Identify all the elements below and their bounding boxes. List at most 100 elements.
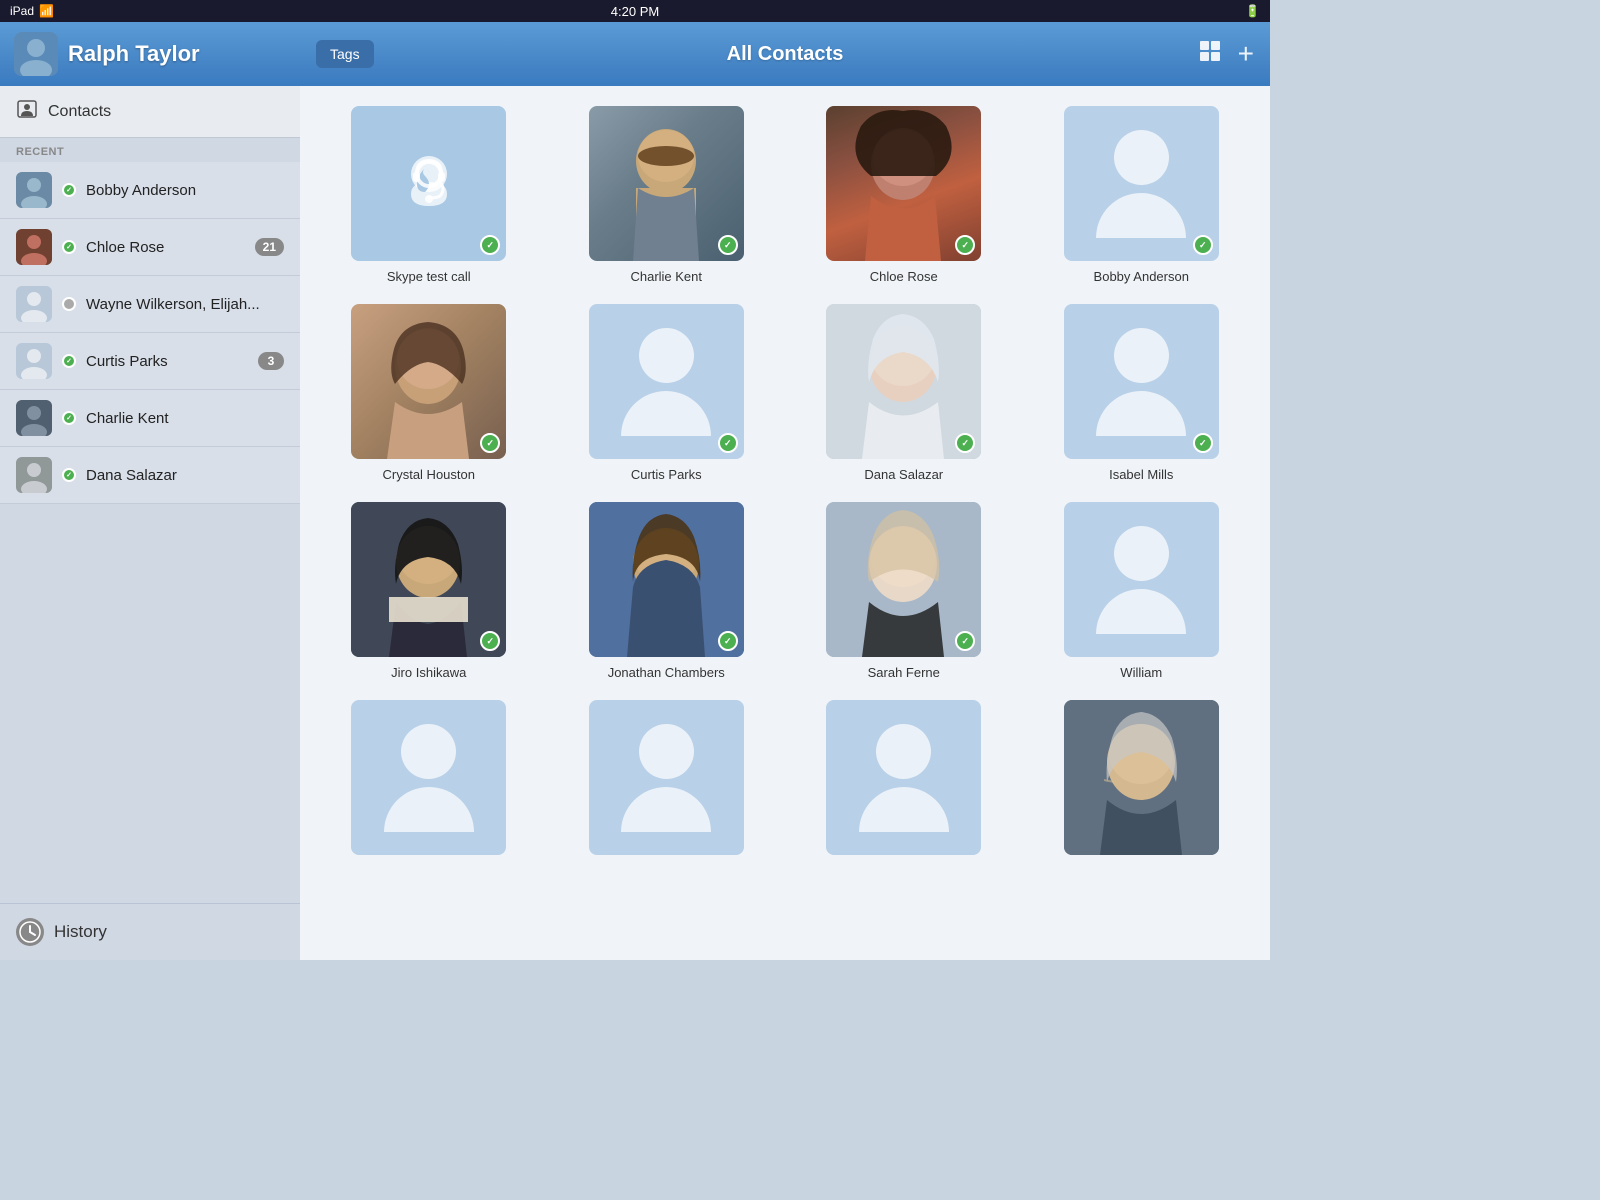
online-indicator: [62, 354, 76, 368]
battery-icon: 🔋: [1245, 4, 1260, 18]
contacts-icon: [16, 98, 38, 125]
contact-name: Curtis Parks: [86, 353, 248, 370]
person-placeholder: [1096, 328, 1186, 436]
sidebar: Ralph Taylor Contacts RECENT: [0, 22, 300, 960]
contact-card-name: Dana Salazar: [864, 467, 943, 482]
online-badge: [1193, 433, 1213, 453]
contacts-section: Contacts: [0, 86, 300, 138]
contact-card-name: Skype test call: [387, 269, 471, 284]
contact-card-name: Jiro Ishikawa: [391, 665, 466, 680]
contact-photo-dana: [826, 304, 981, 459]
online-badge: [480, 235, 500, 255]
contact-name: Bobby Anderson: [86, 182, 284, 199]
contact-card[interactable]: Isabel Mills: [1033, 304, 1251, 482]
person-placeholder: [859, 724, 949, 832]
time-display: 4:20 PM: [611, 4, 659, 19]
online-indicator: [62, 468, 76, 482]
online-badge: [1193, 235, 1213, 255]
contact-photo-bobby: [1064, 106, 1219, 261]
sidebar-item[interactable]: Charlie Kent: [0, 390, 300, 447]
online-badge: [718, 631, 738, 651]
contact-card[interactable]: Jiro Ishikawa: [320, 502, 538, 680]
history-button[interactable]: History: [0, 903, 300, 960]
contact-photo-chloe: [826, 106, 981, 261]
contact-name: Dana Salazar: [86, 467, 284, 484]
recent-label: RECENT: [0, 138, 300, 162]
contact-card[interactable]: Sarah Ferne: [795, 502, 1013, 680]
contact-avatar-charlie: [16, 400, 52, 436]
contact-photo-sarah: [826, 502, 981, 657]
header-actions: +: [1198, 38, 1254, 70]
history-label: History: [54, 922, 107, 942]
contact-photo-william: [1064, 502, 1219, 657]
contact-photo-jiro: [351, 502, 506, 657]
contact-avatar-dana: [16, 457, 52, 493]
contact-card[interactable]: Crystal Houston: [320, 304, 538, 482]
contacts-button[interactable]: Contacts: [0, 86, 300, 137]
main-title: All Contacts: [727, 43, 844, 66]
sidebar-username: Ralph Taylor: [68, 41, 200, 67]
contact-photo-placeholder: [826, 700, 981, 855]
person-placeholder: [621, 724, 711, 832]
sidebar-item[interactable]: Curtis Parks 3: [0, 333, 300, 390]
badge: 3: [258, 352, 284, 370]
contact-card-name: Isabel Mills: [1109, 467, 1173, 482]
contact-card[interactable]: Curtis Parks: [558, 304, 776, 482]
online-indicator: [62, 183, 76, 197]
offline-indicator: [62, 297, 76, 311]
contact-card-name: Crystal Houston: [383, 467, 475, 482]
contact-avatar-bobby: [16, 172, 52, 208]
history-icon: [16, 918, 44, 946]
contact-card-name: Jonathan Chambers: [608, 665, 725, 680]
person-placeholder: [384, 724, 474, 832]
contact-card[interactable]: Chloe Rose: [795, 106, 1013, 284]
contact-photo-placeholder: [589, 700, 744, 855]
main-content: Tags All Contacts +: [300, 22, 1270, 960]
contact-card[interactable]: Bobby Anderson: [1033, 106, 1251, 284]
contact-photo-curtis: [589, 304, 744, 459]
contact-card[interactable]: [558, 700, 776, 863]
contact-card[interactable]: William: [1033, 502, 1251, 680]
contact-photo-jonathan: [589, 502, 744, 657]
contact-card[interactable]: Skype test call: [320, 106, 538, 284]
grid-icon[interactable]: [1198, 39, 1222, 69]
online-badge: [718, 433, 738, 453]
contact-card[interactable]: [1033, 700, 1251, 863]
wifi-icon: 📶: [39, 4, 54, 18]
tags-button[interactable]: Tags: [316, 40, 374, 68]
sidebar-item[interactable]: Wayne Wilkerson, Elijah...: [0, 276, 300, 333]
contact-card[interactable]: Jonathan Chambers: [558, 502, 776, 680]
contact-photo-charlie: [589, 106, 744, 261]
app-container: Ralph Taylor Contacts RECENT: [0, 22, 1270, 960]
main-header: Tags All Contacts +: [300, 22, 1270, 86]
person-placeholder: [621, 328, 711, 436]
sidebar-item[interactable]: Bobby Anderson: [0, 162, 300, 219]
online-indicator: [62, 240, 76, 254]
sidebar-item[interactable]: Chloe Rose 21: [0, 219, 300, 276]
contact-card[interactable]: Dana Salazar: [795, 304, 1013, 482]
status-bar-left: iPad 📶: [10, 4, 54, 18]
contact-photo-last: [1064, 700, 1219, 855]
sidebar-item[interactable]: Dana Salazar: [0, 447, 300, 504]
contacts-label: Contacts: [48, 103, 111, 121]
contact-card[interactable]: Charlie Kent: [558, 106, 776, 284]
contact-photo-crystal: [351, 304, 506, 459]
contact-avatar-wayne: [16, 286, 52, 322]
contact-photo-isabel: [1064, 304, 1219, 459]
status-bar-right: 🔋: [1245, 4, 1260, 18]
contact-card-name: William: [1120, 665, 1162, 680]
avatar: [14, 32, 58, 76]
sidebar-header: Ralph Taylor: [0, 22, 300, 86]
person-placeholder: [1096, 130, 1186, 238]
contact-photo-skype: [351, 106, 506, 261]
online-indicator: [62, 411, 76, 425]
add-button[interactable]: +: [1238, 38, 1254, 70]
online-badge: [718, 235, 738, 255]
contact-card[interactable]: [795, 700, 1013, 863]
contact-name: Chloe Rose: [86, 239, 245, 256]
contact-name: Wayne Wilkerson, Elijah...: [86, 296, 284, 313]
ipad-label: iPad: [10, 4, 34, 18]
contact-card[interactable]: [320, 700, 538, 863]
contact-card-name: Charlie Kent: [630, 269, 702, 284]
contact-avatar-curtis: [16, 343, 52, 379]
